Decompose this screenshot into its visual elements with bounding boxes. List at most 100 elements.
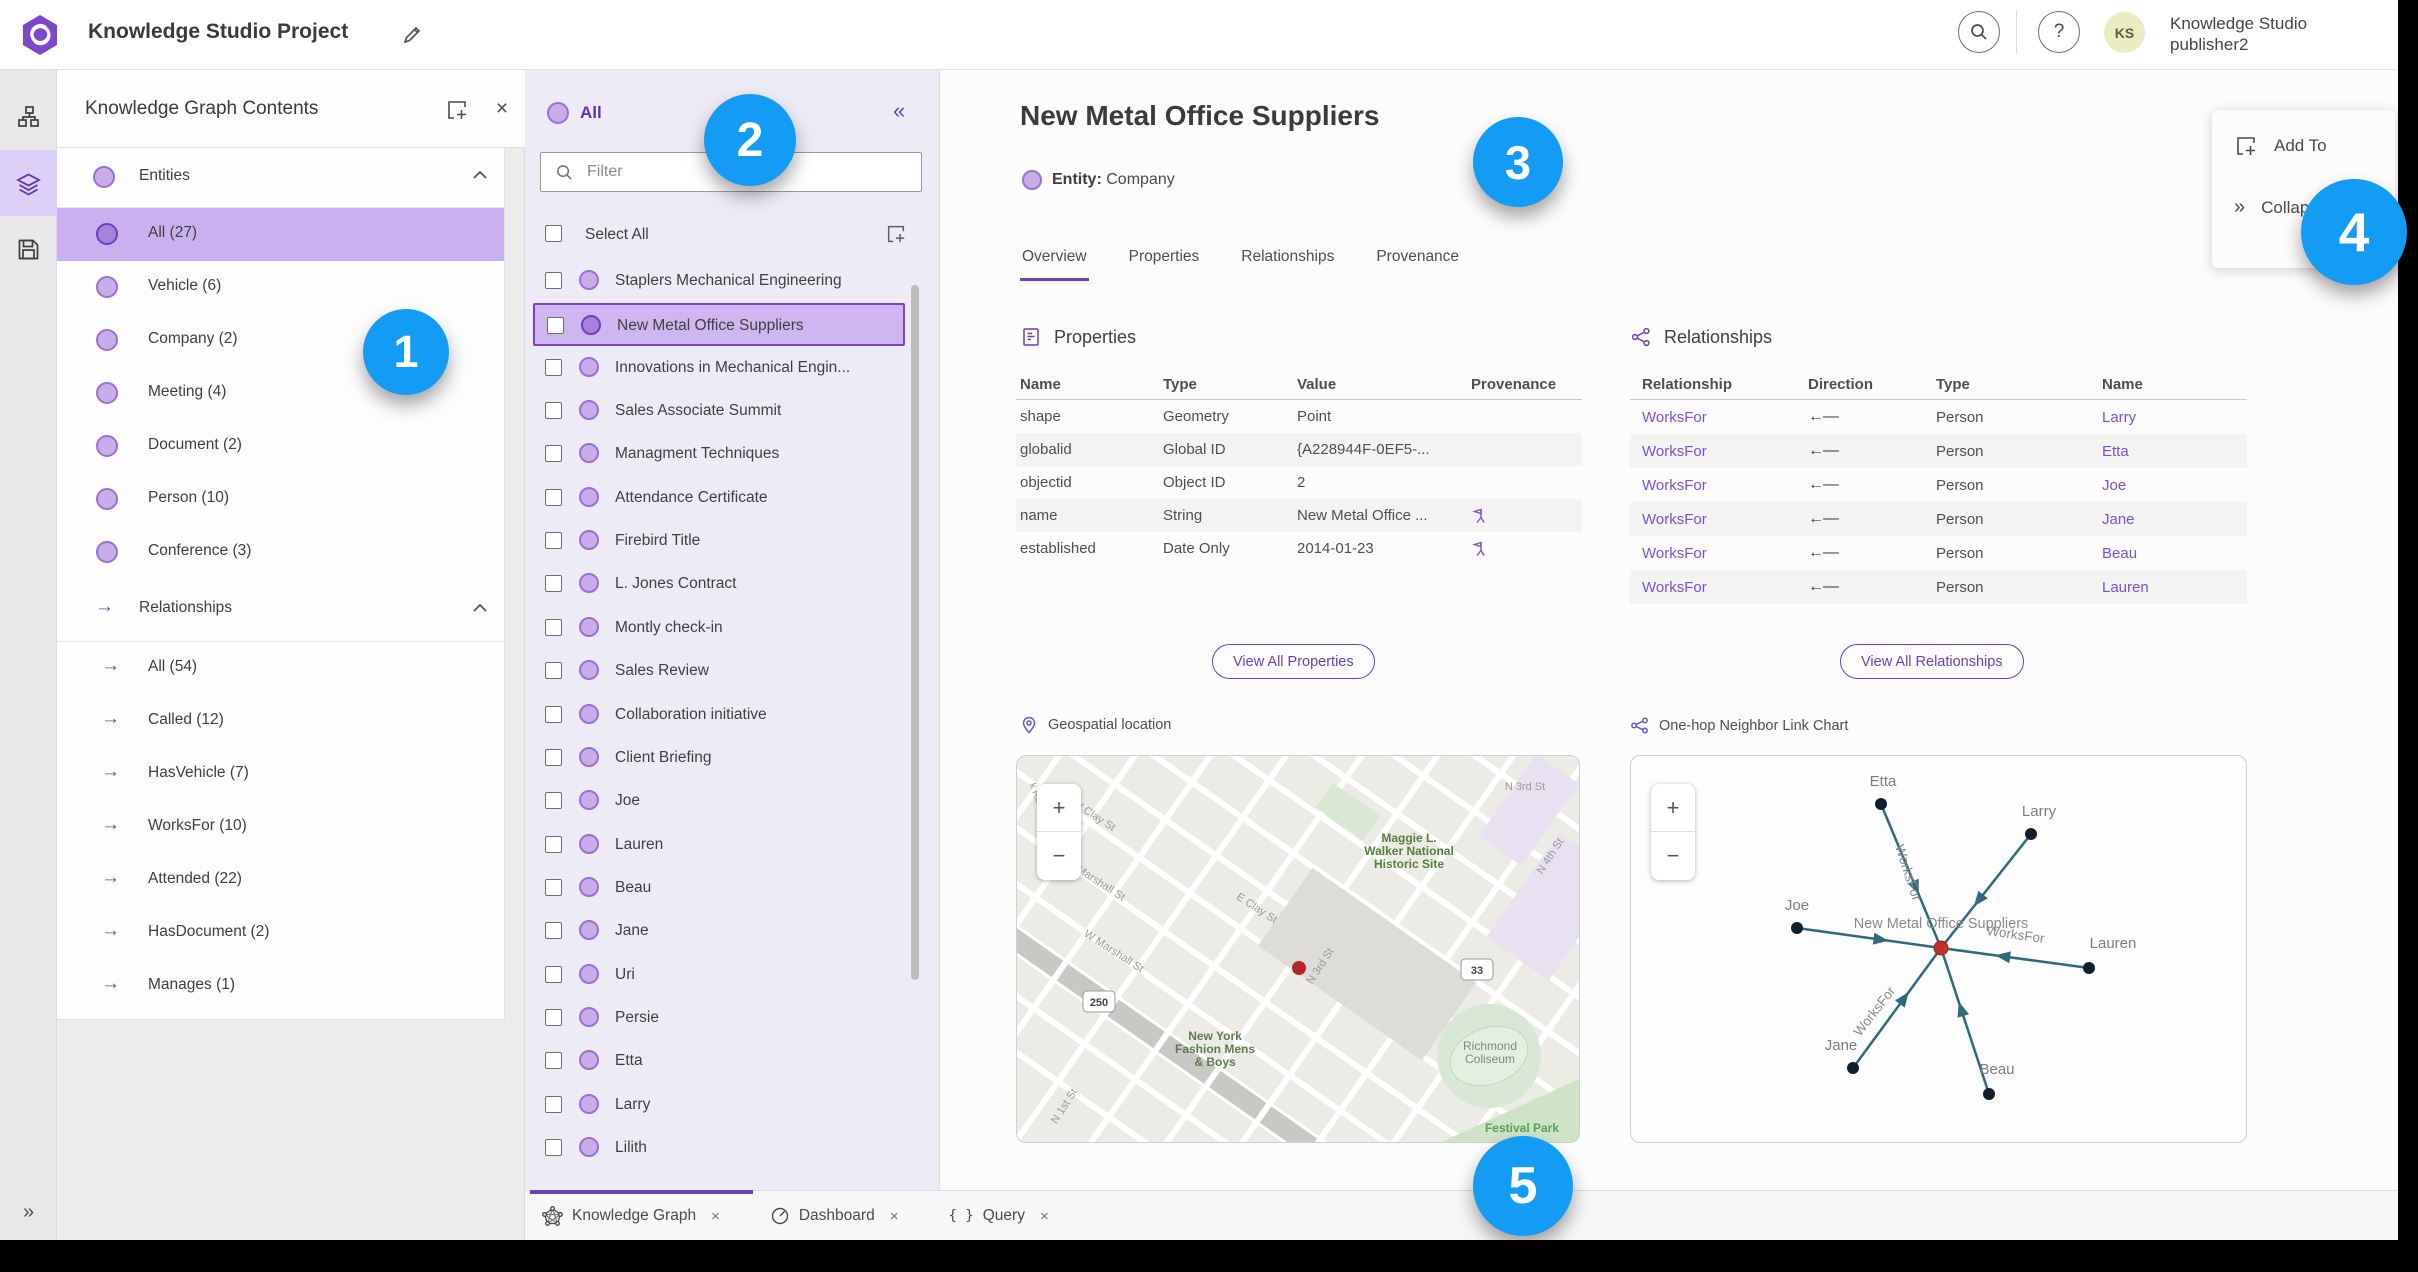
list-item[interactable]: New Metal Office Suppliers <box>533 303 905 347</box>
avatar[interactable]: KS <box>2104 12 2145 53</box>
item-checkbox[interactable] <box>545 1095 562 1113</box>
relationship-link[interactable]: WorksFor <box>1642 443 1808 460</box>
list-item[interactable]: Etta <box>533 1040 905 1083</box>
relationship-link[interactable]: WorksFor <box>1642 477 1808 494</box>
item-checkbox[interactable] <box>545 792 562 810</box>
list-item[interactable]: Joe <box>533 780 905 823</box>
item-checkbox[interactable] <box>545 532 562 550</box>
list-item[interactable]: Uri <box>533 954 905 997</box>
graph-node[interactable] <box>1983 1088 1995 1100</box>
kgc-item[interactable]: Conference (3) <box>57 526 504 579</box>
list-item[interactable]: Staplers Mechanical Engineering <box>533 260 905 303</box>
add-to-map-icon[interactable] <box>885 223 907 245</box>
graph-node[interactable] <box>1791 922 1803 934</box>
relationships-section-header[interactable]: → Relationships <box>57 579 504 642</box>
item-checkbox[interactable] <box>545 445 562 463</box>
item-checkbox[interactable] <box>545 835 562 853</box>
close-tab-icon[interactable]: × <box>1040 1208 1049 1225</box>
collapse-section-icon[interactable] <box>473 603 487 612</box>
close-panel-icon[interactable]: × <box>489 96 515 122</box>
close-tab-icon[interactable]: × <box>711 1208 720 1225</box>
item-checkbox[interactable] <box>545 402 562 420</box>
tab-overview[interactable]: Overview <box>1020 248 1089 281</box>
related-entity-link[interactable]: Etta <box>2102 443 2247 460</box>
item-checkbox[interactable] <box>545 358 562 376</box>
add-to-map-icon[interactable] <box>445 98 469 122</box>
collapse-section-icon[interactable] <box>473 170 487 179</box>
view-all-relationships-button[interactable]: View All Relationships <box>1840 644 2024 679</box>
list-item[interactable]: Attendance Certificate <box>533 477 905 520</box>
list-item[interactable]: Jane <box>533 910 905 953</box>
item-checkbox[interactable] <box>545 965 562 983</box>
related-entity-link[interactable]: Larry <box>2102 409 2247 426</box>
kgc-item[interactable]: All (27) <box>57 208 504 261</box>
graph-node[interactable] <box>1847 1062 1859 1074</box>
data-model-icon[interactable] <box>0 84 57 150</box>
list-item[interactable]: Collaboration initiative <box>533 694 905 737</box>
tab-provenance[interactable]: Provenance <box>1374 248 1461 281</box>
expand-rail-icon[interactable]: » <box>0 1192 57 1232</box>
list-item[interactable]: Client Briefing <box>533 737 905 780</box>
center-graph-node[interactable] <box>1933 940 1949 956</box>
save-icon[interactable] <box>0 216 57 282</box>
graph-node[interactable] <box>2025 828 2037 840</box>
zoom-out-button[interactable]: − <box>1037 832 1081 880</box>
entities-section-header[interactable]: Entities <box>57 148 504 208</box>
relationship-link[interactable]: WorksFor <box>1642 511 1808 528</box>
provenance-flag-icon[interactable] <box>1471 508 1487 524</box>
view-all-properties-button[interactable]: View All Properties <box>1212 644 1375 679</box>
related-entity-link[interactable]: Jane <box>2102 511 2247 528</box>
item-checkbox[interactable] <box>545 922 562 940</box>
kgc-item[interactable]: → HasVehicle (7) <box>57 748 504 801</box>
zoom-in-button[interactable]: + <box>1037 784 1081 832</box>
link-chart-canvas[interactable]: + − Etta Larry Joe Lauren Jane Beau New Metal … <box>1630 755 2247 1143</box>
list-item[interactable]: Sales Review <box>533 650 905 693</box>
relationship-link[interactable]: WorksFor <box>1642 545 1808 562</box>
list-item[interactable]: Lilith <box>533 1127 905 1170</box>
relationship-link[interactable]: WorksFor <box>1642 409 1808 426</box>
bottom-tab-knowledge-graph[interactable]: Knowledge Graph × <box>542 1205 720 1227</box>
user-info[interactable]: Knowledge Studio publisher2 <box>2170 13 2307 55</box>
add-to-menu-item[interactable]: Add To <box>2234 134 2327 158</box>
related-entity-link[interactable]: Joe <box>2102 477 2247 494</box>
contents-layers-icon[interactable] <box>0 150 57 216</box>
relationship-link[interactable]: WorksFor <box>1642 579 1808 596</box>
kgc-item[interactable]: → WorksFor (10) <box>57 801 504 854</box>
item-checkbox[interactable] <box>545 575 562 593</box>
scrollbar[interactable] <box>911 285 919 980</box>
help-button[interactable]: ? <box>2038 11 2080 53</box>
graph-node[interactable] <box>2083 962 2095 974</box>
item-checkbox[interactable] <box>545 1052 562 1070</box>
related-entity-link[interactable]: Lauren <box>2102 579 2247 596</box>
close-tab-icon[interactable]: × <box>890 1208 899 1225</box>
item-checkbox[interactable] <box>545 1139 562 1156</box>
tab-relationships[interactable]: Relationships <box>1239 248 1336 281</box>
collapse-panel-icon[interactable]: « <box>893 98 905 124</box>
select-all-checkbox[interactable] <box>545 225 562 242</box>
entity-location-marker[interactable] <box>1292 961 1306 975</box>
provenance-flag-icon[interactable] <box>1471 541 1487 557</box>
graph-node[interactable] <box>1875 798 1887 810</box>
item-checkbox[interactable] <box>545 272 562 289</box>
search-button[interactable] <box>1958 11 2000 53</box>
kgc-item[interactable]: Document (2) <box>57 420 504 473</box>
kgc-item[interactable]: Vehicle (6) <box>57 261 504 314</box>
kgc-item[interactable]: Person (10) <box>57 473 504 526</box>
list-item[interactable]: Firebird Title <box>533 520 905 563</box>
list-item[interactable]: Innovations in Mechanical Engin... <box>533 347 905 390</box>
item-checkbox[interactable] <box>547 317 564 335</box>
related-entity-link[interactable]: Beau <box>2102 545 2247 562</box>
list-item[interactable]: Managment Techniques <box>533 433 905 476</box>
item-checkbox[interactable] <box>545 662 562 680</box>
map-canvas[interactable]: + − W Clay St Marshall St W Marshall St E C… <box>1016 755 1580 1143</box>
item-checkbox[interactable] <box>545 488 562 506</box>
item-checkbox[interactable] <box>545 878 562 896</box>
item-checkbox[interactable] <box>545 748 562 766</box>
item-checkbox[interactable] <box>545 1008 562 1026</box>
zoom-out-button[interactable]: − <box>1651 832 1695 880</box>
tab-properties[interactable]: Properties <box>1127 248 1202 281</box>
list-item[interactable]: Sales Associate Summit <box>533 390 905 433</box>
list-item[interactable]: Montly check-in <box>533 607 905 650</box>
edit-title-pencil-icon[interactable] <box>400 23 426 49</box>
list-item[interactable]: L. Jones Contract <box>533 563 905 606</box>
